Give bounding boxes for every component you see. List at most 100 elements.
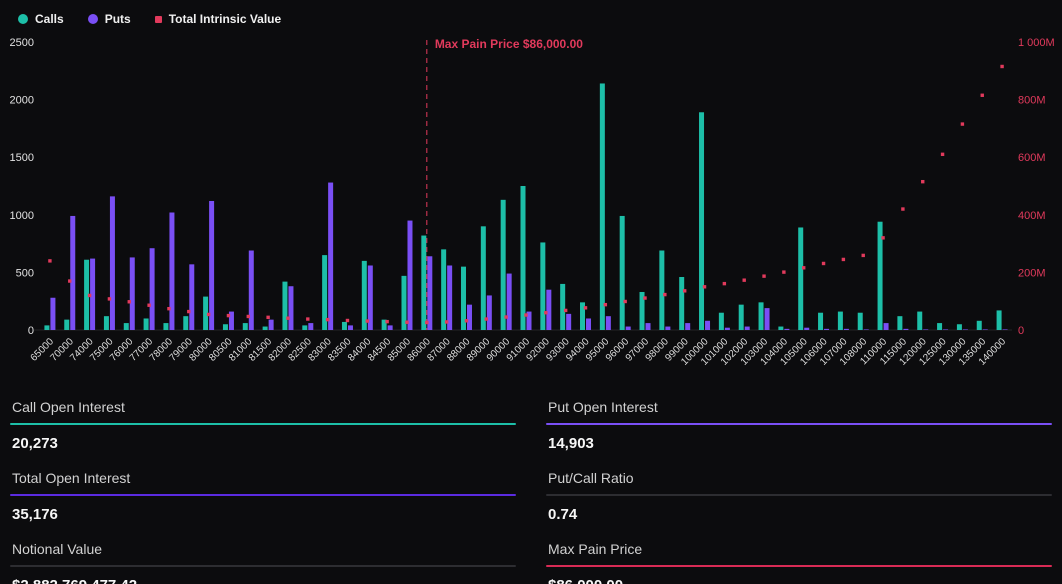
- intrinsic-value-dot: [504, 315, 507, 318]
- puts-bar: [963, 329, 968, 330]
- calls-bar: [897, 316, 902, 330]
- legend-label-intrinsic: Total Intrinsic Value: [169, 12, 281, 26]
- intrinsic-value-dot: [544, 311, 547, 314]
- stat-value: 20,273: [10, 425, 516, 452]
- stat-value: $2,882,769,477.42: [10, 567, 516, 584]
- calls-bar: [223, 324, 228, 330]
- intrinsic-value-dot: [247, 315, 250, 318]
- intrinsic-value-dot: [524, 313, 527, 316]
- intrinsic-value-dot: [306, 317, 309, 320]
- calls-bar: [183, 316, 188, 330]
- puts-bar: [864, 329, 869, 330]
- calls-bar: [659, 251, 664, 330]
- right-axis-tick-label: 400M: [1018, 210, 1046, 222]
- puts-bar: [150, 248, 155, 330]
- puts-bar: [50, 298, 55, 330]
- calls-bar: [759, 302, 764, 330]
- left-axis-tick-label: 500: [16, 267, 34, 279]
- intrinsic-value-dot: [485, 317, 488, 320]
- puts-bar: [646, 323, 651, 330]
- puts-bar: [586, 318, 591, 330]
- intrinsic-value-dot: [207, 313, 210, 316]
- intrinsic-value-dot: [623, 300, 626, 303]
- intrinsic-marker-icon: [155, 16, 162, 23]
- legend-item-intrinsic[interactable]: Total Intrinsic Value: [155, 12, 281, 26]
- calls-bar: [124, 323, 129, 330]
- intrinsic-value-dot: [1000, 65, 1003, 68]
- puts-marker-icon: [88, 14, 98, 24]
- calls-bar: [144, 318, 149, 330]
- intrinsic-value-dot: [405, 321, 408, 324]
- puts-bar: [169, 212, 174, 330]
- intrinsic-value-dot: [366, 319, 369, 322]
- puts-bar: [626, 327, 631, 330]
- calls-bar: [44, 325, 49, 330]
- stat-call-open-interest: Call Open Interest 20,273: [10, 393, 516, 452]
- puts-bar: [824, 329, 829, 330]
- calls-bar: [778, 327, 783, 330]
- puts-bar: [269, 320, 274, 330]
- calls-bar: [818, 313, 823, 330]
- intrinsic-value-dot: [782, 270, 785, 273]
- puts-bar: [467, 305, 472, 330]
- calls-marker-icon: [18, 14, 28, 24]
- stat-value: 0.74: [546, 496, 1052, 523]
- puts-bar: [348, 325, 353, 330]
- left-axis-tick-label: 1500: [10, 152, 34, 164]
- puts-bar: [705, 321, 710, 330]
- calls-bar: [798, 227, 803, 330]
- puts-bar: [606, 316, 611, 330]
- puts-bar: [784, 329, 789, 330]
- puts-bar: [70, 216, 75, 330]
- right-axis-tick-label: 200M: [1018, 267, 1046, 279]
- intrinsic-value-dot: [842, 258, 845, 261]
- legend-item-calls[interactable]: Calls: [18, 12, 64, 26]
- puts-bar: [130, 257, 135, 330]
- intrinsic-value-dot: [941, 153, 944, 156]
- calls-bar: [104, 316, 109, 330]
- puts-bar: [844, 329, 849, 330]
- legend-item-puts[interactable]: Puts: [88, 12, 131, 26]
- stat-label: Put/Call Ratio: [546, 464, 1052, 494]
- puts-bar: [110, 196, 115, 330]
- puts-bar: [427, 256, 432, 330]
- stat-label: Put Open Interest: [546, 393, 1052, 423]
- stat-put-call-ratio: Put/Call Ratio 0.74: [546, 464, 1052, 523]
- intrinsic-value-dot: [167, 307, 170, 310]
- puts-bar: [308, 323, 313, 330]
- intrinsic-value-dot: [961, 122, 964, 125]
- calls-bar: [481, 226, 486, 330]
- calls-bar: [699, 112, 704, 330]
- calls-bar: [620, 216, 625, 330]
- stat-max-pain-price: Max Pain Price $86,000.00: [546, 535, 1052, 584]
- puts-bar: [665, 327, 670, 330]
- puts-bar: [209, 201, 214, 330]
- calls-bar: [977, 321, 982, 330]
- intrinsic-value-dot: [881, 236, 884, 239]
- calls-bar: [719, 313, 724, 330]
- calls-bar: [342, 322, 347, 330]
- calls-bar: [64, 320, 69, 330]
- puts-bar: [923, 329, 928, 330]
- calls-bar: [421, 236, 426, 330]
- intrinsic-value-dot: [88, 294, 91, 297]
- intrinsic-value-dot: [385, 320, 388, 323]
- left-axis-tick-label: 1000: [10, 210, 34, 222]
- left-axis-tick-label: 2500: [10, 37, 34, 49]
- stat-value: 35,176: [10, 496, 516, 523]
- intrinsic-value-dot: [703, 285, 706, 288]
- calls-bar: [501, 200, 506, 330]
- puts-bar: [566, 314, 571, 330]
- stat-value: $86,000.00: [546, 567, 1052, 584]
- intrinsic-value-dot: [822, 262, 825, 265]
- options-open-interest-chart[interactable]: 050010001500200025000200M400M600M800M1 0…: [0, 30, 1062, 380]
- calls-bar: [858, 313, 863, 330]
- legend-label-calls: Calls: [35, 12, 64, 26]
- calls-bar: [163, 323, 168, 330]
- legend-label-puts: Puts: [105, 12, 131, 26]
- puts-bar: [685, 323, 690, 330]
- intrinsic-value-dot: [901, 207, 904, 210]
- intrinsic-value-dot: [68, 279, 71, 282]
- intrinsic-value-dot: [862, 254, 865, 257]
- max-pain-dashboard: Calls Puts Total Intrinsic Value 0500100…: [0, 0, 1062, 584]
